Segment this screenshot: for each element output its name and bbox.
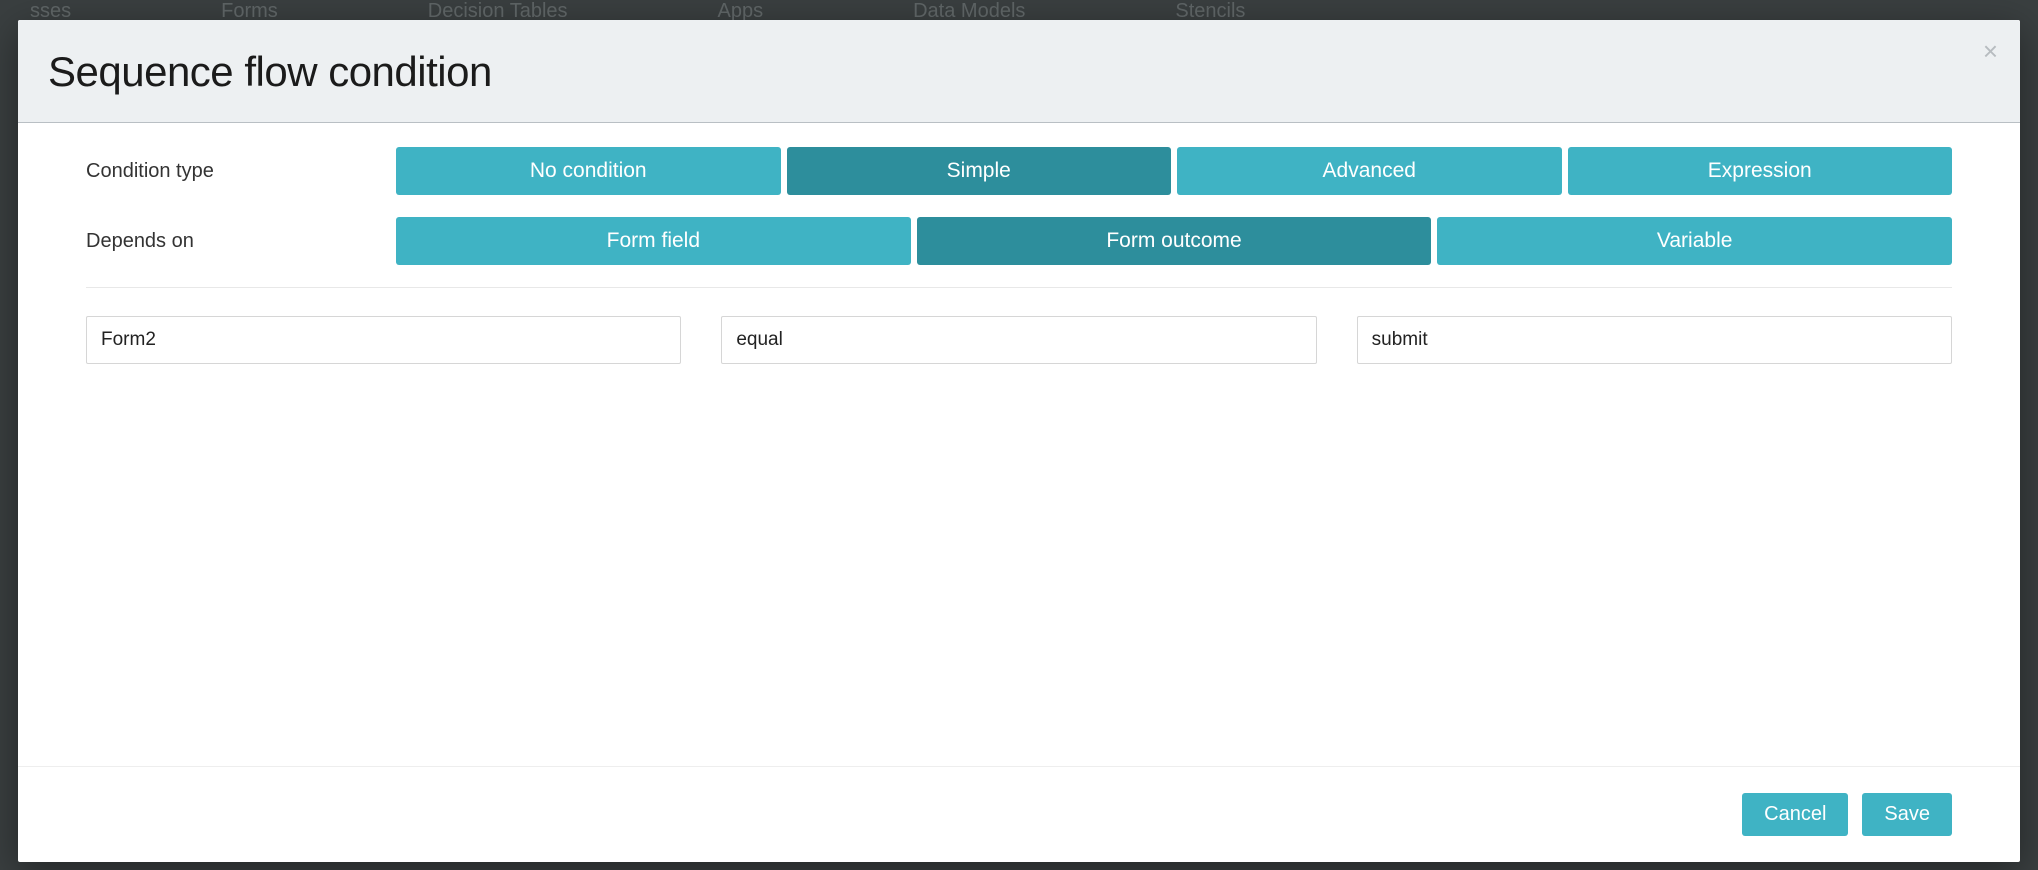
cancel-button[interactable]: Cancel: [1742, 793, 1848, 836]
outcome-select-value: submit: [1372, 329, 1428, 351]
close-icon[interactable]: ×: [1983, 38, 1998, 64]
modal-footer: Cancel Save: [18, 766, 2020, 862]
bg-nav-item: Forms: [221, 0, 278, 20]
bg-nav-item: sses: [30, 0, 71, 20]
depends-on-group: Form field Form outcome Variable: [396, 217, 1952, 265]
depends-on-row: Depends on Form field Form outcome Varia…: [86, 217, 1952, 265]
divider: [86, 287, 1952, 288]
condition-inputs-row: Form2 equal submit: [86, 316, 1952, 364]
condition-type-group: No condition Simple Advanced Expression: [396, 147, 1952, 195]
modal-body: Condition type No condition Simple Advan…: [18, 123, 2020, 760]
depends-on-label: Depends on: [86, 230, 396, 253]
form-select-value: Form2: [101, 329, 156, 351]
bg-nav-item: Stencils: [1175, 0, 1245, 20]
depends-on-option-form-field[interactable]: Form field: [396, 217, 911, 265]
depends-on-option-variable[interactable]: Variable: [1437, 217, 1952, 265]
depends-on-option-form-outcome[interactable]: Form outcome: [917, 217, 1432, 265]
condition-type-label: Condition type: [86, 160, 396, 183]
modal-header: Sequence flow condition ×: [18, 20, 2020, 123]
condition-type-option-expression[interactable]: Expression: [1568, 147, 1953, 195]
condition-type-option-simple[interactable]: Simple: [787, 147, 1172, 195]
modal-title: Sequence flow condition: [48, 48, 1990, 96]
sequence-flow-condition-modal: Sequence flow condition × Condition type…: [18, 20, 2020, 862]
bg-nav-item: Apps: [718, 0, 764, 20]
operator-select-value: equal: [736, 329, 783, 351]
condition-type-option-no-condition[interactable]: No condition: [396, 147, 781, 195]
outcome-select[interactable]: submit: [1357, 316, 1952, 364]
form-select[interactable]: Form2: [86, 316, 681, 364]
condition-type-row: Condition type No condition Simple Advan…: [86, 147, 1952, 195]
condition-type-option-advanced[interactable]: Advanced: [1177, 147, 1562, 195]
background-nav: sses Forms Decision Tables Apps Data Mod…: [0, 0, 2038, 20]
bg-nav-item: Data Models: [913, 0, 1025, 20]
save-button[interactable]: Save: [1862, 793, 1952, 836]
bg-nav-item: Decision Tables: [428, 0, 568, 20]
operator-select[interactable]: equal: [721, 316, 1316, 364]
